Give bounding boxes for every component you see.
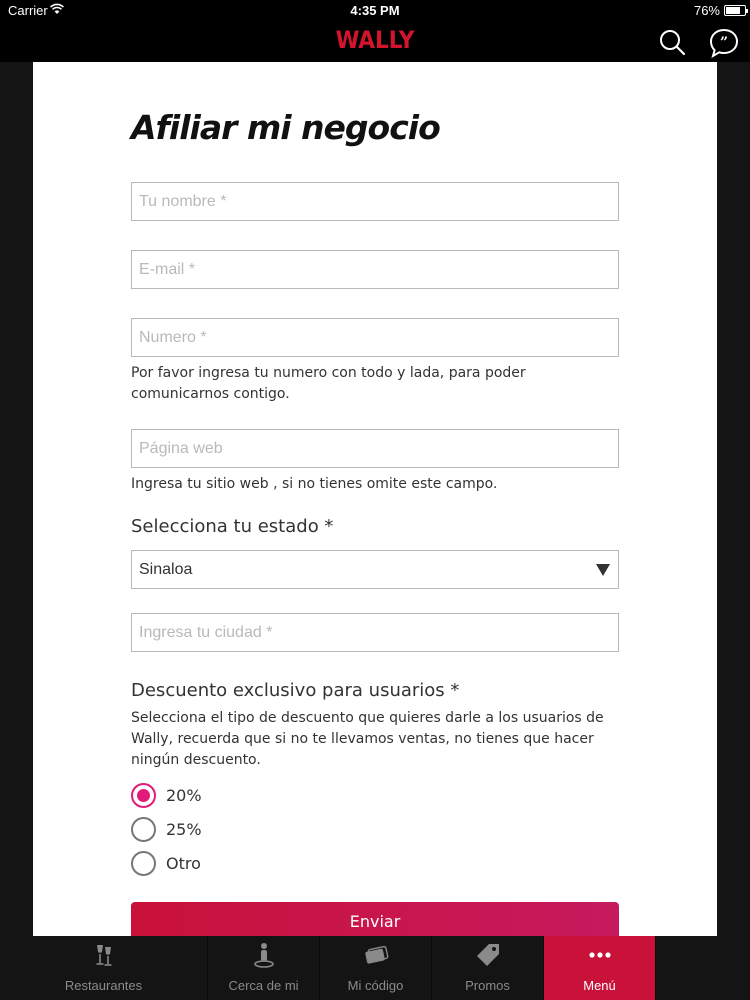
discount-help-text: Selecciona el tipo de descuento que quie…	[131, 710, 604, 768]
website-help-text: Ingresa tu sitio web , si no tienes omit…	[131, 476, 498, 492]
chat-bubble-icon[interactable]: ”	[707, 26, 741, 60]
radio-unchecked-icon[interactable]	[131, 850, 156, 876]
caret-down-icon	[596, 564, 610, 576]
state-select-value: Sinaloa	[139, 561, 193, 578]
tab-menu[interactable]: Menú	[544, 936, 656, 1000]
person-location-icon	[253, 943, 274, 968]
wine-glasses-icon	[96, 945, 111, 966]
form-card: Afiliar mi negocio Por favor ingresa tu …	[33, 62, 717, 936]
left-backdrop	[0, 62, 33, 936]
name-input[interactable]	[131, 182, 619, 221]
radio-checked-icon[interactable]	[131, 782, 156, 808]
nav-bar: WALLY ”	[0, 22, 750, 62]
tab-label: Menú	[583, 978, 616, 993]
website-input[interactable]	[131, 429, 619, 468]
discount-option-label: 25%	[166, 819, 202, 839]
search-icon[interactable]	[656, 26, 690, 60]
phone-input[interactable]	[131, 318, 619, 357]
tab-label: Restaurantes	[64, 978, 143, 993]
more-dots-icon	[588, 952, 611, 958]
discount-option-other[interactable]: Otro	[131, 850, 201, 876]
state-select[interactable]: Sinaloa	[131, 550, 619, 589]
city-input[interactable]	[131, 613, 619, 652]
wally-logo[interactable]: WALLY	[0, 26, 750, 54]
tab-mi-codigo[interactable]: Mi código	[320, 936, 432, 1000]
right-backdrop	[717, 62, 750, 936]
card-icon	[364, 945, 388, 964]
tab-bar-filler	[656, 936, 750, 1000]
page-title: Afiliar mi negocio	[131, 108, 441, 147]
tab-label: Mi código	[347, 978, 404, 993]
clock: 4:35 PM	[350, 3, 400, 18]
phone-help-text: Por favor ingresa tu numero con todo y l…	[131, 365, 526, 402]
email-input[interactable]	[131, 250, 619, 289]
discount-option-25[interactable]: 25%	[131, 816, 202, 842]
discount-option-20[interactable]: 20%	[131, 782, 202, 808]
tab-restaurantes[interactable]: Restaurantes	[0, 936, 208, 1000]
battery-percent: 76%	[693, 3, 720, 18]
discount-option-label: Otro	[166, 853, 201, 873]
discount-label: Descuento exclusivo para usuarios *	[131, 680, 460, 701]
battery-icon	[724, 5, 748, 16]
status-bar: Carrier 4:35 PM 76%	[0, 0, 750, 22]
discount-option-label: 20%	[166, 785, 202, 805]
tab-cerca-de-mi[interactable]: Cerca de mi	[208, 936, 320, 1000]
tab-label: Promos	[465, 978, 510, 993]
state-label: Selecciona tu estado *	[131, 516, 334, 537]
tab-label: Cerca de mi	[228, 978, 299, 993]
tab-promos[interactable]: Promos	[432, 936, 544, 1000]
tab-bar: Restaurantes Cerca de mi Mi código Promo…	[0, 936, 750, 1000]
submit-button[interactable]: Enviar	[131, 902, 619, 936]
svg-text:”: ”	[720, 35, 728, 51]
tag-icon	[476, 944, 499, 966]
radio-unchecked-icon[interactable]	[131, 816, 156, 842]
